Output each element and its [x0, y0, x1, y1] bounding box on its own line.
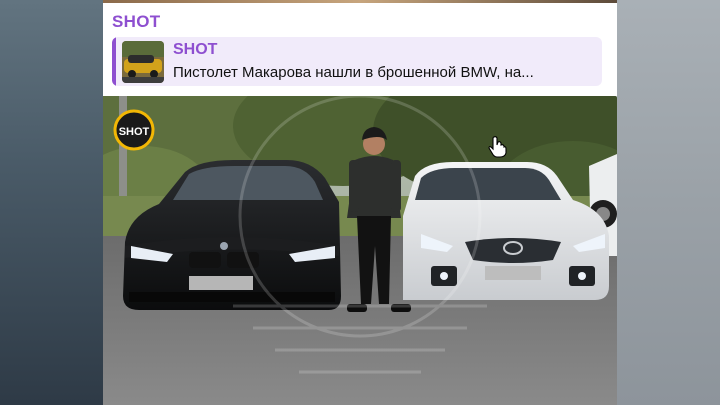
reply-preview[interactable]: SHOT Пистолет Макарова нашли в брошенной…	[112, 37, 602, 86]
hand-cursor-icon	[488, 136, 507, 158]
reply-thumbnail-image	[122, 41, 164, 83]
post-photo[interactable]: SHOT	[103, 96, 617, 405]
shot-logo-icon: SHOT	[113, 109, 155, 151]
reply-accent-bar	[112, 37, 116, 86]
reply-title: SHOT	[173, 41, 218, 58]
sender-name[interactable]: SHOT	[112, 12, 160, 32]
message-bubble[interactable]: SHOT SHOT Пистолет Макарова нашли в брош…	[103, 0, 617, 405]
chat-background-left	[0, 0, 103, 405]
shot-logo-text: SHOT	[119, 126, 150, 138]
previous-media-edge	[103, 0, 617, 3]
reply-text: Пистолет Макарова нашли в брошенной BMW,…	[173, 64, 534, 81]
reply-thumbnail	[122, 41, 164, 83]
chat-background-right	[617, 0, 720, 405]
